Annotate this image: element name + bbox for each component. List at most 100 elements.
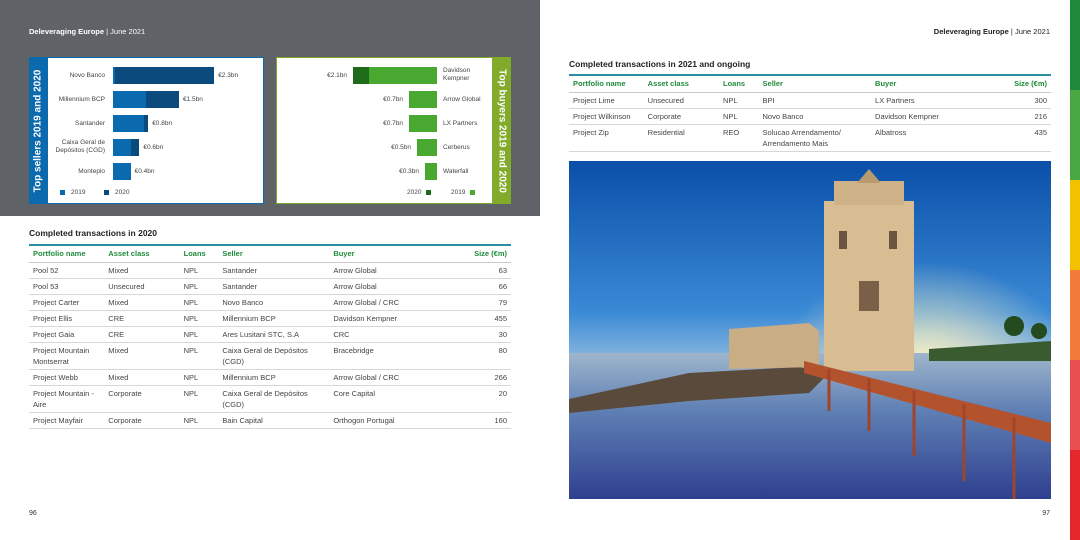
- buyer-bar-2019: [417, 139, 437, 156]
- buyer-bar-2019: [369, 67, 437, 84]
- buyer-value: €0.3bn: [399, 168, 419, 175]
- legend-swatch: [470, 189, 476, 195]
- buyer-bar-2019: [409, 115, 437, 132]
- table-cell: Corporate: [643, 108, 719, 125]
- table-cell: 435: [980, 124, 1051, 152]
- table-cell: 216: [980, 108, 1051, 125]
- legend-swatch: [426, 189, 432, 195]
- seller-label: Novo Banco: [69, 72, 105, 79]
- table-row: Project Wilkinson Corporate NPL Novo Banco D…: [569, 108, 1051, 125]
- legend-text: 2019: [71, 189, 86, 196]
- seller-bar-2020: [146, 91, 179, 108]
- table-cell: CRC: [329, 326, 440, 343]
- header-separator: |: [106, 27, 109, 36]
- table-cell: Project Ellis: [29, 310, 105, 327]
- table-cell: Mixed: [104, 342, 180, 370]
- table-cell: Caixa Geral de Depósitos (CGD): [218, 385, 330, 413]
- seller-value: €2.3bn: [218, 72, 239, 79]
- table-header-row: Portfolio name Asset class Loans Seller Buye…: [569, 74, 1051, 93]
- table-cell: CRE: [104, 326, 180, 343]
- stripe-red-dark: [1070, 450, 1080, 540]
- table-cell: Project Webb: [29, 369, 105, 386]
- table-cell: Santander: [218, 278, 330, 295]
- column-header: Buyer: [329, 244, 440, 263]
- buyer-legend-item: 2019: [451, 189, 481, 196]
- seller-value: €0.6bn: [143, 144, 164, 151]
- column-header: Buyer: [871, 74, 981, 93]
- buyers-side-title: Top buyers 2019 and 2020: [496, 68, 508, 193]
- seller-bar-2019: [113, 139, 131, 156]
- color-stripes: [1070, 0, 1080, 540]
- sellers-side-title-bar: Top sellers 2019 and 2020: [29, 57, 47, 204]
- buyer-value: €0.5bn: [391, 144, 411, 151]
- table-cell: Project Gaia: [29, 326, 105, 343]
- table-row: Project Lime Unsecured NPL BPI LX Partners 30…: [569, 92, 1051, 109]
- table-row: Project Ellis CRE NPL Millennium BCP Davidso…: [29, 310, 511, 327]
- table-cell: NPL: [179, 412, 219, 429]
- buyer-bar-2020: [353, 67, 369, 84]
- table-cell: Millennium BCP: [218, 369, 330, 386]
- table-cell: NPL: [179, 278, 219, 295]
- column-header: Loans: [718, 74, 759, 93]
- table-cell: Albatross: [871, 124, 981, 152]
- table-cell: NPL: [179, 326, 219, 343]
- table-cell: 300: [980, 92, 1051, 109]
- table-cell: Arrow Global / CRC: [329, 294, 440, 311]
- sellers-side-title: Top sellers 2019 and 2020: [32, 69, 44, 192]
- buyer-label: Davidson Kempner: [443, 67, 471, 82]
- table-cell: Project Lime: [569, 92, 644, 109]
- table-row: Project Mayfair Corporate NPL Bain Capital O…: [29, 412, 511, 429]
- page-number-right: 97: [1042, 510, 1050, 517]
- table-cell: 66: [440, 278, 511, 295]
- buyer-value: €2.1bn: [327, 72, 347, 79]
- top-buyers-chart: €2.1bn Davidson Kempner €0.7bn Arrow Global…: [276, 57, 493, 204]
- seller-value: €0.4bn: [134, 168, 155, 175]
- buyer-label: LX Partners: [443, 120, 478, 127]
- table-cell: Unsecured: [643, 92, 719, 109]
- seller-bar-2020: [130, 139, 140, 156]
- table-cell: Novo Banco: [758, 108, 872, 125]
- table-cell: Davidson Kempner: [329, 310, 440, 327]
- table-cell: Orthogon Portugal: [329, 412, 440, 429]
- column-header: Asset class: [104, 244, 180, 263]
- column-header: Seller: [218, 244, 330, 263]
- table-cell: NPL: [179, 342, 219, 370]
- table-cell: Project Zip: [569, 124, 644, 152]
- seller-label: Montepio: [78, 168, 105, 175]
- table-cell: Arrow Global / CRC: [329, 369, 440, 386]
- running-header-right: Deleveraging Europe | June 2021: [934, 27, 1050, 36]
- table-cell: Ares Lusitani STC, S.A: [218, 326, 330, 343]
- table-cell: Unsecured: [104, 278, 180, 295]
- seller-bar-2019: [113, 91, 146, 108]
- legend-text: 2020: [115, 189, 130, 196]
- buyer-legend-item: 2020: [407, 189, 437, 196]
- table-cell: Arrow Global: [329, 262, 440, 279]
- table-row: Project Mountain - Aire Corporate NPL Caixa…: [29, 385, 511, 413]
- table-cell: 20: [440, 385, 511, 413]
- table-cell: CRE: [104, 310, 180, 327]
- legend-swatch: [104, 189, 109, 195]
- table-cell: NPL: [718, 92, 759, 109]
- report-date: June 2021: [110, 27, 146, 36]
- column-header: Size (€m): [980, 74, 1051, 93]
- seller-legend-item: 2019: [60, 189, 85, 196]
- buyer-bar-2019: [425, 163, 437, 180]
- table-header-row: Portfolio name Asset class Loans Seller Buye…: [29, 244, 511, 263]
- table-cell: 455: [440, 310, 511, 327]
- table-cell: NPL: [718, 108, 759, 125]
- table-cell: 79: [440, 294, 511, 311]
- seller-bar-2020: [143, 115, 149, 132]
- buyer-value: €0.7bn: [383, 120, 403, 127]
- table-cell: Solucao Arrendamento/ Arrendamento Mais: [758, 124, 872, 152]
- transactions-2021-table: Portfolio name Asset class Loans Seller Buye…: [569, 74, 1051, 152]
- table-cell: Novo Banco: [218, 294, 330, 311]
- buyer-label: Cerberus: [443, 144, 470, 151]
- report-title-right: Deleveraging Europe: [933, 27, 1009, 36]
- table-row: Project Gaia CRE NPL Ares Lusitani STC, S.A…: [29, 326, 511, 343]
- table-cell: Pool 52: [29, 262, 105, 279]
- report-date-right: June 2021: [1014, 27, 1050, 36]
- seller-label: Millennium BCP: [58, 96, 105, 103]
- table-cell: Pool 53: [29, 278, 105, 295]
- table-cell: 30: [440, 326, 511, 343]
- legend-text: 2020: [407, 189, 422, 196]
